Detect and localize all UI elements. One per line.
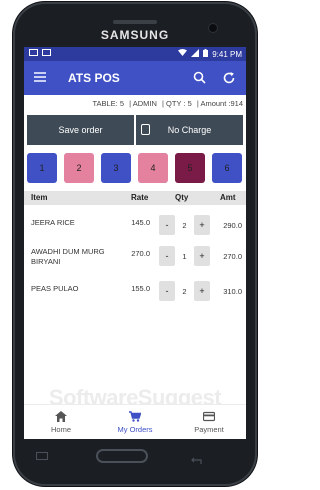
item-rate: 155.0 [131,284,150,293]
phone-speaker [113,20,157,24]
category-label: 5 [187,163,193,173]
category-button[interactable]: 2 [64,153,94,183]
category-row: 1 2 3 4 5 6 [27,153,243,183]
table-number: TABLE: 5 [92,99,125,108]
nav-payment[interactable]: Payment [172,405,246,439]
refresh-icon[interactable] [221,70,237,86]
no-charge-label: No Charge [167,125,212,135]
mail-icon [29,49,38,56]
category-button[interactable]: 6 [212,153,242,183]
nav-my-orders[interactable]: My Orders [98,405,172,439]
status-time: 9:41 PM [212,49,242,59]
category-label: 4 [150,163,156,173]
category-button[interactable]: 3 [101,153,131,183]
item-amount: 290.0 [223,220,242,230]
battery-icon [203,49,209,59]
status-bar: 9:41 PM [24,47,246,61]
home-icon [55,411,67,422]
category-button[interactable]: 5 [175,153,205,183]
save-order-button[interactable]: Save order [27,115,134,145]
no-charge-button[interactable]: No Charge [136,115,243,145]
save-order-label: Save order [58,125,103,135]
app-screen: 9:41 PM ATS POS TABLE: 5 | ADMIN | QTY :… [24,47,246,439]
user-name: | ADMIN [129,99,157,108]
menu-icon[interactable] [34,72,46,82]
table-row: JEERA RICE 145.0 - 2 + 290.0 [24,215,246,237]
increase-qty-button[interactable]: + [194,281,210,301]
phone-brand-label: SAMSUNG [100,28,170,42]
category-label: 2 [76,163,82,173]
category-label: 1 [39,163,45,173]
nav-home[interactable]: Home [24,405,98,439]
item-amount: 270.0 [223,251,242,261]
item-name: JEERA RICE [31,218,75,227]
item-qty: 2 [182,220,187,230]
table-row: PEAS PULAO 155.0 - 2 + 310.0 [24,281,246,303]
item-qty: 1 [182,251,187,261]
phone-recent-apps-key[interactable] [36,452,48,460]
item-qty: 2 [182,286,187,296]
decrease-qty-button[interactable]: - [159,281,175,301]
nav-home-label: Home [50,425,71,434]
table-row: AWADHI DUM MURG BIRYANI 270.0 - 1 + 270.… [24,246,246,268]
category-label: 3 [113,163,119,173]
receipt-icon [141,124,150,135]
bottom-nav: Home My Orders Payment [24,404,246,439]
increase-qty-button[interactable]: + [194,246,210,266]
increase-qty-button[interactable]: + [194,215,210,235]
app-title: ATS POS [68,71,120,85]
amt-column-header: Amt [220,193,236,202]
decrease-qty-button[interactable]: - [159,246,175,266]
image-icon [42,49,51,56]
phone-home-button[interactable] [96,449,148,463]
total-amount: | Amount :914 [196,99,243,108]
cart-icon [129,411,142,422]
item-amount: 310.0 [223,286,242,296]
category-label: 6 [224,163,230,173]
item-rate: 270.0 [131,249,150,258]
qty-column-header: Qty [175,193,189,202]
app-bar: ATS POS [24,61,246,95]
action-row: Save order No Charge [27,115,243,145]
nav-my-orders-label: My Orders [117,425,153,434]
total-qty: | QTY : 5 [162,99,192,108]
order-table-header: Item Rate Qty Amt [24,191,246,205]
phone-back-key[interactable] [190,452,202,464]
wifi-icon [178,49,188,59]
rate-column-header: Rate [131,193,149,202]
item-column-header: Item [31,193,48,202]
signal-icon [191,49,200,59]
category-button[interactable]: 4 [138,153,168,183]
nav-payment-label: Payment [194,425,224,434]
search-icon[interactable] [192,70,208,86]
order-info-bar: TABLE: 5 | ADMIN | QTY : 5 | Amount :914 [24,95,246,113]
decrease-qty-button[interactable]: - [159,215,175,235]
card-icon [202,411,216,422]
item-name: AWADHI DUM MURG BIRYANI [31,247,105,266]
item-rate: 145.0 [131,218,150,227]
item-name: PEAS PULAO [31,284,79,293]
category-button[interactable]: 1 [27,153,57,183]
